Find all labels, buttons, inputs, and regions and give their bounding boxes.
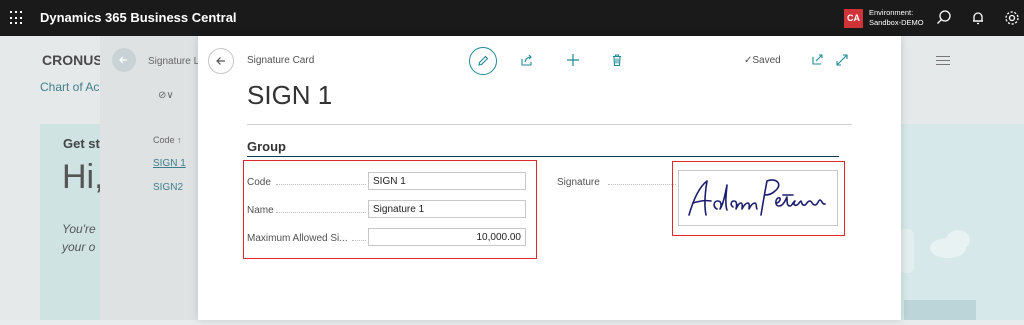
intro-text: You're your o bbox=[62, 220, 96, 256]
signature-highlight-box bbox=[672, 161, 845, 236]
edit-button[interactable] bbox=[469, 47, 497, 75]
saved-status: ✓Saved bbox=[744, 55, 781, 66]
arrow-left-icon bbox=[216, 57, 225, 65]
app-launcher-icon[interactable] bbox=[10, 11, 24, 25]
list-item: SIGN2 bbox=[153, 182, 184, 193]
top-bar: Dynamics 365 Business Central CA Environ… bbox=[0, 0, 1024, 36]
product-name[interactable]: Dynamics 365 Business Central bbox=[40, 10, 237, 25]
list-page-title: Signature L bbox=[148, 56, 200, 67]
expand-button[interactable] bbox=[830, 48, 854, 72]
plus-icon bbox=[567, 54, 579, 66]
greeting-text: Hi, bbox=[62, 158, 104, 196]
back-button[interactable] bbox=[208, 48, 234, 74]
list-back-icon bbox=[112, 48, 136, 72]
group-header[interactable]: Group bbox=[247, 139, 286, 154]
environment-badge[interactable]: CA bbox=[844, 9, 863, 28]
expand-icon bbox=[836, 54, 848, 66]
environment-label: Environment: bbox=[869, 8, 914, 17]
share-button[interactable] bbox=[515, 48, 539, 72]
share-icon bbox=[521, 54, 532, 66]
intro-line-2: your o bbox=[62, 240, 96, 254]
page-type-label: Signature Card bbox=[247, 55, 315, 66]
open-in-new-icon bbox=[812, 54, 823, 65]
environment-info[interactable]: Environment: Sandbox-DEMO bbox=[869, 8, 924, 28]
signature-field-label: Signature bbox=[557, 177, 600, 188]
gear-icon[interactable] bbox=[1003, 9, 1021, 27]
cloud-illustration bbox=[900, 229, 976, 320]
environment-name: Sandbox-DEMO bbox=[869, 18, 924, 27]
new-button[interactable] bbox=[561, 48, 585, 72]
header-divider bbox=[247, 124, 852, 125]
search-icon[interactable] bbox=[935, 9, 953, 27]
group-underline bbox=[247, 156, 839, 157]
code-column-header: Code ↑ bbox=[153, 135, 182, 145]
pencil-icon bbox=[478, 55, 489, 66]
illustration-panel bbox=[900, 124, 1024, 320]
page-title: SIGN 1 bbox=[247, 80, 333, 110]
intro-line-1: You're bbox=[62, 222, 96, 236]
trash-icon bbox=[613, 54, 621, 67]
open-new-window-button[interactable] bbox=[806, 48, 830, 72]
bell-icon[interactable] bbox=[969, 9, 987, 27]
company-name: CRONUS bbox=[42, 52, 103, 68]
chart-of-accounts-link: Chart of Ac bbox=[40, 80, 100, 94]
list-item: SIGN 1 bbox=[153, 158, 186, 169]
signature-field-leader bbox=[608, 184, 676, 185]
hamburger-icon bbox=[936, 56, 950, 68]
fields-highlight-box bbox=[243, 160, 537, 259]
get-started-heading: Get st bbox=[63, 136, 100, 151]
filter-icon: ⊘∨ bbox=[158, 90, 174, 101]
delete-button[interactable] bbox=[605, 48, 629, 72]
